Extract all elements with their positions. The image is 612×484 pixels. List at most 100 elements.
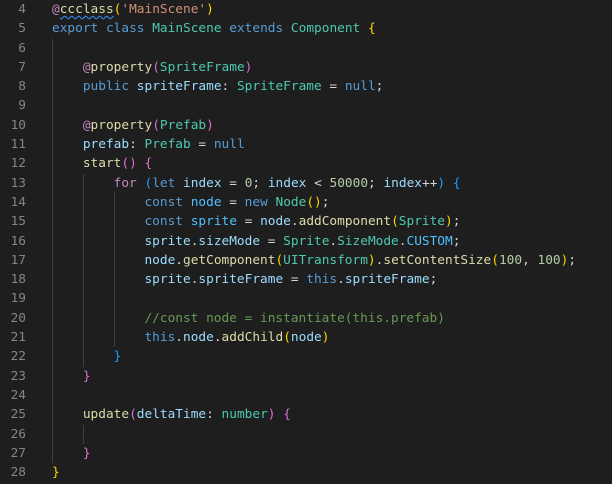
code-line[interactable]: 18 sprite.spriteFrame = this.spriteFrame… xyxy=(0,270,612,290)
code-text[interactable]: public spriteFrame: SpriteFrame = null; xyxy=(52,77,384,96)
code-token: sprite xyxy=(144,272,191,288)
code-token: getComponent xyxy=(183,252,276,268)
code-line[interactable]: 11 prefab: Prefab = null xyxy=(0,135,612,155)
code-line[interactable]: 7 @property(SpriteFrame) xyxy=(0,57,612,78)
line-number: 15 xyxy=(10,214,26,230)
code-token: ++ xyxy=(421,175,438,191)
code-token: export xyxy=(52,21,99,37)
line-number: 22 xyxy=(10,349,26,365)
code-token: < xyxy=(306,175,330,191)
code-line[interactable]: 5 export class MainScene extends Componen… xyxy=(0,19,612,38)
code-token: ( xyxy=(283,330,291,346)
code-line[interactable]: 15 const sprite = node.addComponent(Spri… xyxy=(0,212,612,232)
code-token: } xyxy=(82,368,91,384)
code-line[interactable]: 23 } xyxy=(0,366,612,386)
code-token: 'MainScene' xyxy=(121,2,207,17)
code-token: = xyxy=(321,79,345,95)
code-text[interactable]: @property(Prefab) xyxy=(52,116,214,135)
code-token: spriteFrame xyxy=(344,272,430,288)
code-line[interactable]: 22 } xyxy=(0,347,612,367)
code-line[interactable]: 16 sprite.sizeMode = Sprite.SizeMode.CUS… xyxy=(0,231,612,251)
code-line[interactable]: 9 xyxy=(0,96,612,116)
code-text[interactable]: } xyxy=(52,444,91,463)
line-number: 24 xyxy=(10,387,26,403)
code-line[interactable]: 17 node.getComponent(UITransform).setCon… xyxy=(0,250,612,271)
code-token: ) xyxy=(206,2,214,17)
code-line[interactable]: 6 xyxy=(0,38,612,58)
code-token: ; xyxy=(429,272,438,288)
code-token: ) xyxy=(244,59,253,75)
code-text[interactable]: for (let index = 0; index < 50000; index… xyxy=(52,174,461,193)
line-number: 27 xyxy=(10,445,26,461)
code-token: . xyxy=(175,330,183,346)
code-editor[interactable]: 4 @ccclass('MainScene') 5 export class Main… xyxy=(0,0,612,484)
code-text[interactable]: //const node = instantiate(this.prefab) xyxy=(52,309,444,328)
code-text[interactable]: export class MainScene extends Component… xyxy=(52,19,376,38)
code-text[interactable]: @property(SpriteFrame) xyxy=(52,58,253,77)
code-text[interactable]: } xyxy=(52,367,91,386)
code-line[interactable]: 20 //const node = instantiate(this.prefa… xyxy=(0,308,612,329)
code-line[interactable]: 21 this.node.addChild(node) xyxy=(0,328,612,348)
code-line[interactable]: 24 xyxy=(0,385,612,406)
code-token: node xyxy=(260,214,291,230)
code-text[interactable]: } xyxy=(52,463,60,482)
code-text[interactable]: node.getComponent(UITransform).setConten… xyxy=(52,251,576,270)
code-text[interactable]: sprite.spriteFrame = this.spriteFrame; xyxy=(52,270,437,289)
code-line[interactable]: 28} xyxy=(0,463,612,482)
code-line[interactable]: 10 @property(Prefab) xyxy=(0,115,612,136)
code-lines[interactable]: 4 @ccclass('MainScene') 5 export class Main… xyxy=(0,0,612,484)
code-line[interactable]: 8 public spriteFrame: SpriteFrame = null… xyxy=(0,77,612,97)
line-number: 4 xyxy=(18,2,26,17)
indent-guide xyxy=(113,289,115,309)
line-number: 10 xyxy=(10,117,26,133)
code-token: sprite xyxy=(190,214,237,230)
code-text[interactable]: } xyxy=(52,347,122,366)
code-text[interactable]: update(deltaTime: number) { xyxy=(52,405,291,424)
code-line[interactable]: 27 } xyxy=(0,443,612,464)
code-token: let xyxy=(152,175,176,191)
code-text[interactable]: sprite.sizeMode = Sprite.SizeMode.CUSTOM… xyxy=(52,232,460,251)
code-line[interactable]: 12 start() { xyxy=(0,154,612,174)
code-token: null xyxy=(213,137,245,153)
code-token: } xyxy=(82,445,91,461)
code-text[interactable]: start() { xyxy=(52,154,152,173)
code-line[interactable]: 26 xyxy=(0,424,612,444)
code-text[interactable]: const sprite = node.addComponent(Sprite)… xyxy=(52,212,460,231)
code-token: ; xyxy=(368,175,384,191)
code-token: : xyxy=(129,137,145,153)
code-text[interactable]: this.node.addChild(node) xyxy=(52,328,329,347)
code-token: () xyxy=(306,194,322,210)
code-line[interactable]: 19 xyxy=(0,289,612,309)
code-token: spriteFrame xyxy=(198,272,284,288)
code-text[interactable]: @ccclass('MainScene') xyxy=(52,0,214,19)
code-line[interactable]: 4 @ccclass('MainScene') xyxy=(0,0,612,19)
code-token: { xyxy=(367,21,376,37)
code-token: Prefab xyxy=(159,117,207,133)
code-line[interactable]: 25 update(deltaTime: number) { xyxy=(0,405,612,425)
code-token: class xyxy=(105,21,145,37)
code-text[interactable]: prefab: Prefab = null xyxy=(52,135,245,154)
code-line[interactable]: 13 for (let index = 0; index < 50000; in… xyxy=(0,173,612,193)
code-token: Component xyxy=(290,21,361,37)
code-token: , xyxy=(522,252,538,268)
code-token: CUSTOM xyxy=(406,233,453,249)
code-token: ccclass xyxy=(59,2,114,17)
line-number: 13 xyxy=(10,175,26,191)
code-token: ( xyxy=(129,407,137,423)
code-line[interactable]: 14 const node = new Node(); xyxy=(0,192,612,213)
code-token: ) xyxy=(267,407,276,423)
code-text[interactable]: const node = new Node(); xyxy=(52,193,329,212)
code-token: SpriteFrame xyxy=(236,79,322,95)
line-number: 18 xyxy=(10,272,26,288)
